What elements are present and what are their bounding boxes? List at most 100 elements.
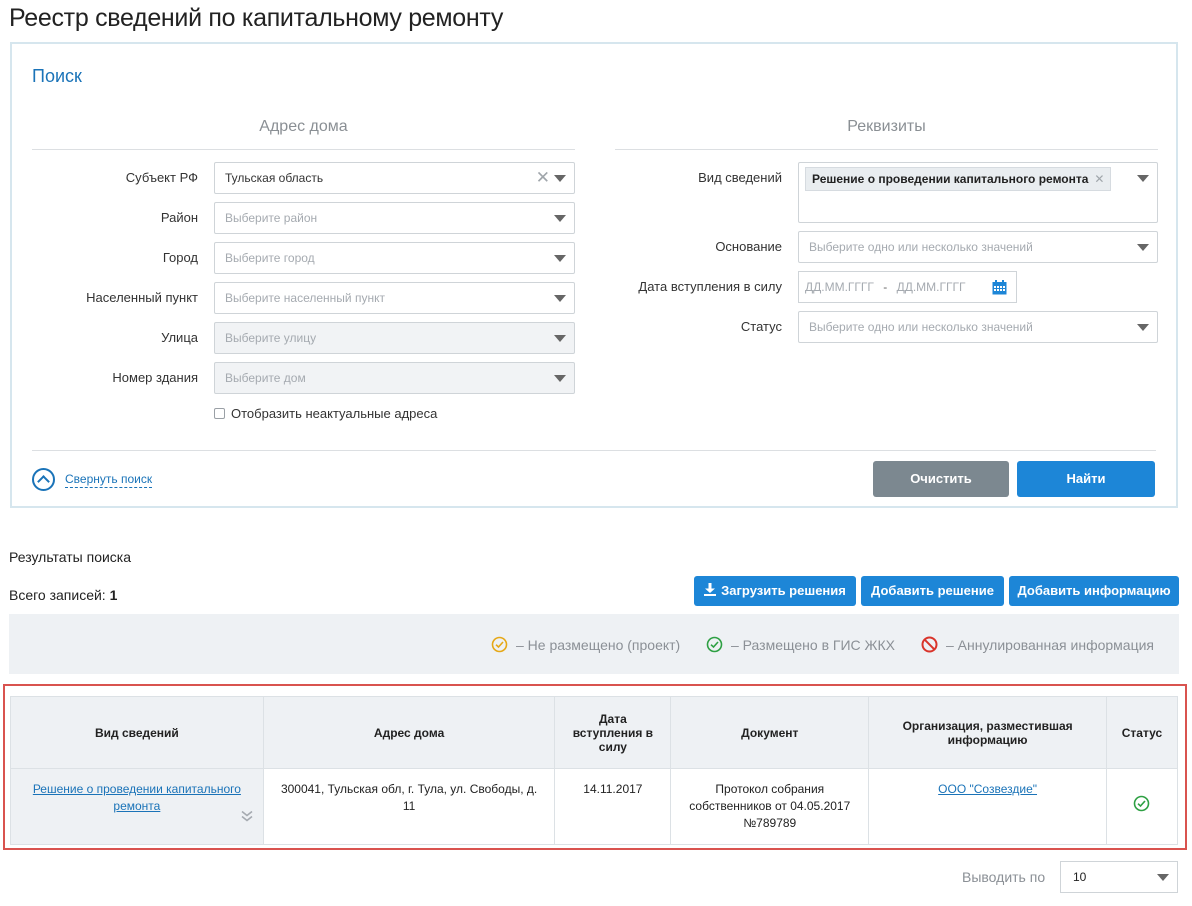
- col-status[interactable]: Статус: [1105, 696, 1179, 769]
- show-inactive-checkbox[interactable]: [214, 408, 225, 419]
- placed-check-icon: [1134, 795, 1150, 812]
- info-type-tag: Решение о проведении капитального ремонт…: [805, 167, 1112, 191]
- calendar-icon[interactable]: [992, 280, 1007, 295]
- legend-annulled-label: – Аннулированная информация: [946, 636, 1154, 653]
- legend-draft: – Не размещено (проект): [491, 636, 680, 653]
- col-info-type[interactable]: Вид сведений: [10, 696, 264, 769]
- chevron-down-icon: [554, 215, 566, 222]
- download-icon: [704, 583, 717, 596]
- cell-organization: ООО "Созвездие": [868, 768, 1107, 845]
- info-type-select[interactable]: Решение о проведении капитального ремонт…: [798, 162, 1158, 223]
- date-separator: -: [883, 280, 888, 294]
- per-page-select[interactable]: 10: [1060, 861, 1178, 893]
- tag-remove-icon[interactable]: ✕: [1094, 172, 1104, 186]
- per-page-label: Выводить по: [962, 869, 1046, 885]
- col-date[interactable]: Дата вступления в силу: [554, 696, 672, 769]
- total-label: Всего записей:: [9, 587, 106, 603]
- clear-icon[interactable]: ✕: [536, 169, 550, 187]
- basis-label: Основание: [715, 239, 782, 254]
- col-organization[interactable]: Организация, разместившая информацию: [868, 696, 1107, 769]
- legend-annulled: – Аннулированная информация: [921, 636, 1154, 653]
- cell-address: 300041, Тульская обл, г. Тула, ул. Свобо…: [262, 768, 556, 845]
- info-type-label: Вид сведений: [698, 170, 782, 185]
- building-select[interactable]: Выберите дом: [214, 362, 575, 394]
- legend-placed-label: – Размещено в ГИС ЖКХ: [731, 636, 895, 653]
- search-footer-divider: [32, 450, 1156, 451]
- total-count: 1: [109, 587, 118, 603]
- requisites-section-title: Реквизиты: [847, 118, 926, 135]
- effective-date-label: Дата вступления в силу: [638, 279, 782, 294]
- page-title: Реестр сведений по капитальному ремонту: [9, 4, 504, 32]
- status-select[interactable]: Выберите одно или несколько значений: [798, 311, 1158, 343]
- col-document[interactable]: Документ: [670, 696, 870, 769]
- district-label: Район: [160, 210, 198, 225]
- info-type-link[interactable]: Решение о проведении капитального ремонт…: [21, 781, 253, 815]
- cell-status: [1105, 768, 1179, 845]
- city-select[interactable]: Выберите город: [214, 242, 575, 274]
- show-inactive-option[interactable]: Отобразить неактуальные адреса: [214, 406, 437, 421]
- basis-select[interactable]: Выберите одно или несколько значений: [798, 231, 1158, 263]
- address-section-title: Адрес дома: [259, 118, 348, 135]
- expand-double-chevron-icon[interactable]: [241, 810, 253, 822]
- district-select[interactable]: Выберите район: [214, 202, 575, 234]
- street-placeholder: Выберите улицу: [225, 331, 317, 345]
- results-table: Вид сведений Адрес дома Дата вступления …: [10, 696, 1179, 845]
- cell-date: 14.11.2017: [554, 768, 672, 845]
- organization-link[interactable]: ООО "Созвездие": [938, 782, 1037, 796]
- building-label: Номер здания: [112, 370, 198, 385]
- status-label: Статус: [740, 319, 782, 334]
- chevron-down-icon: [1137, 175, 1149, 182]
- city-placeholder: Выберите город: [225, 251, 315, 265]
- chevron-down-icon: [1137, 324, 1149, 331]
- subject-select[interactable]: Тульская область ✕: [214, 162, 575, 194]
- info-type-tag-label: Решение о проведении капитального ремонт…: [812, 172, 1089, 186]
- basis-placeholder: Выберите одно или несколько значений: [809, 240, 1033, 254]
- subject-value: Тульская область: [225, 171, 324, 185]
- district-placeholder: Выберите район: [225, 211, 318, 225]
- subject-label: Субъект РФ: [125, 170, 198, 185]
- locality-placeholder: Выберите населенный пункт: [225, 291, 385, 305]
- chevron-down-icon: [554, 335, 566, 342]
- placed-check-icon: [706, 636, 723, 653]
- status-legend: – Не размещено (проект) – Размещено в ГИ…: [9, 614, 1179, 674]
- locality-label: Населенный пункт: [86, 290, 198, 305]
- status-placeholder: Выберите одно или несколько значений: [809, 320, 1033, 334]
- total-records: Всего записей: 1: [9, 587, 117, 603]
- table-header-row: Вид сведений Адрес дома Дата вступления …: [10, 696, 1179, 769]
- address-section-divider: [32, 149, 575, 150]
- date-from-input[interactable]: ДД.ММ.ГГГГ: [805, 280, 874, 294]
- search-title: Поиск: [32, 66, 82, 86]
- cell-info-type: Решение о проведении капитального ремонт…: [10, 768, 264, 845]
- chevron-up-icon[interactable]: [32, 468, 55, 491]
- effective-date-range[interactable]: ДД.ММ.ГГГГ - ДД.ММ.ГГГГ: [798, 271, 1017, 303]
- draft-check-icon: [491, 636, 508, 653]
- building-placeholder: Выберите дом: [225, 371, 306, 385]
- upload-decisions-label: Загрузить решения: [721, 583, 846, 598]
- collapse-search[interactable]: Свернуть поиск: [32, 468, 153, 491]
- city-label: Город: [162, 250, 198, 265]
- street-select[interactable]: Выберите улицу: [214, 322, 575, 354]
- date-to-input[interactable]: ДД.ММ.ГГГГ: [897, 280, 966, 294]
- chevron-down-icon: [554, 295, 566, 302]
- table-row: Решение о проведении капитального ремонт…: [10, 768, 1179, 845]
- clear-button[interactable]: Очистить: [873, 461, 1009, 497]
- chevron-down-icon: [554, 375, 566, 382]
- cell-document: Протокол собрания собственников от 04.05…: [670, 768, 870, 845]
- chevron-down-icon: [1157, 874, 1169, 881]
- locality-select[interactable]: Выберите населенный пункт: [214, 282, 575, 314]
- collapse-search-link[interactable]: Свернуть поиск: [65, 472, 153, 488]
- per-page-value: 10: [1073, 870, 1087, 884]
- legend-draft-label: – Не размещено (проект): [516, 636, 681, 653]
- show-inactive-label: Отобразить неактуальные адреса: [231, 406, 438, 421]
- legend-placed: – Размещено в ГИС ЖКХ: [706, 636, 895, 653]
- upload-decisions-button[interactable]: Загрузить решения: [694, 576, 856, 606]
- chevron-down-icon: [554, 175, 566, 182]
- chevron-down-icon: [1137, 244, 1149, 251]
- add-decision-button[interactable]: Добавить решение: [861, 576, 1004, 606]
- col-address[interactable]: Адрес дома: [262, 696, 556, 769]
- chevron-down-icon: [554, 255, 566, 262]
- add-info-button[interactable]: Добавить информацию: [1009, 576, 1179, 606]
- find-button[interactable]: Найти: [1017, 461, 1155, 497]
- search-panel: Поиск Адрес дома Реквизиты Субъект РФ Ту…: [10, 42, 1178, 508]
- results-title: Результаты поиска: [9, 549, 132, 565]
